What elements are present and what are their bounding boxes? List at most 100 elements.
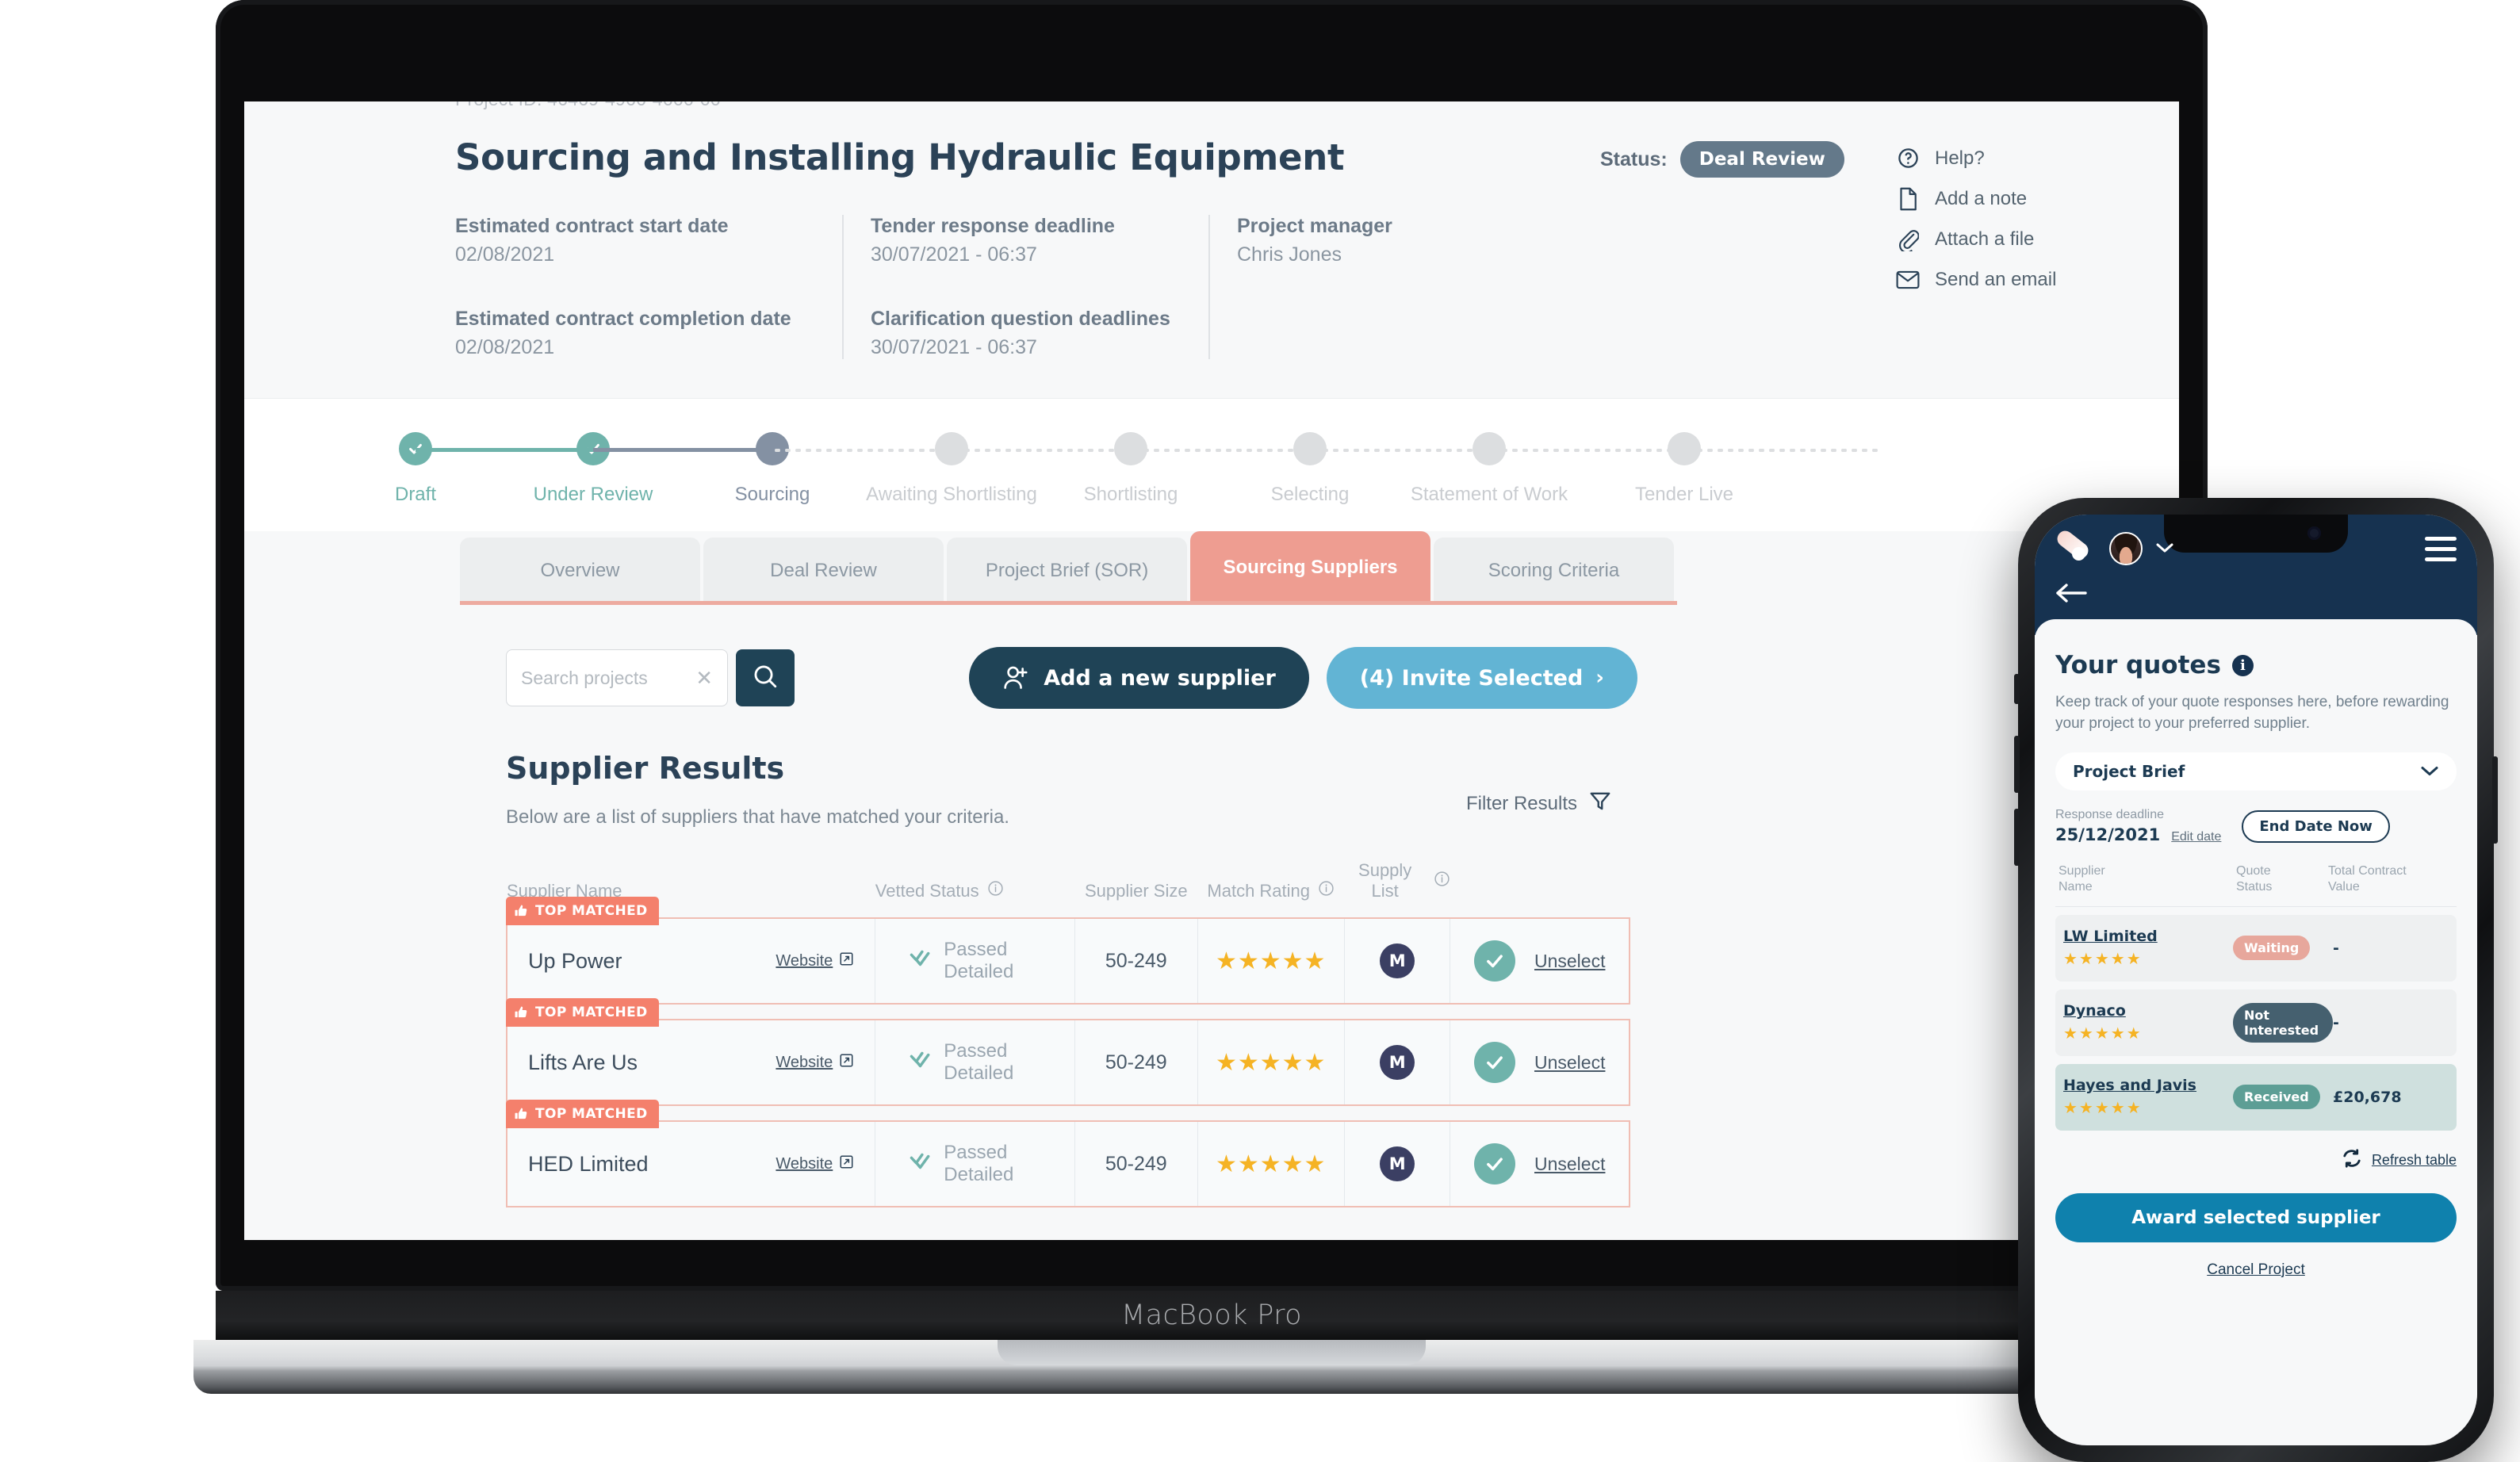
phone-page-title-row: Your quotes i bbox=[2055, 651, 2457, 679]
filter-results-button[interactable]: Filter Results bbox=[1466, 789, 1623, 818]
table-row[interactable]: TOP MATCHED Lifts Are Us Website Passed … bbox=[506, 998, 1631, 1106]
status-badge: Not Interested bbox=[2233, 1002, 2333, 1043]
meta-label-clarification-deadline: Clarification question deadlines bbox=[871, 308, 1170, 330]
web-app-page: Project ID: 46469-4966-4666-66 Sourcing … bbox=[244, 101, 2179, 1240]
status-badge: Deal Review bbox=[1679, 141, 1844, 178]
phone-power-button[interactable] bbox=[2492, 756, 2498, 844]
info-icon[interactable] bbox=[1318, 880, 1335, 901]
quote-supplier-name[interactable]: LW Limited bbox=[2063, 928, 2158, 945]
front-camera-icon bbox=[2307, 526, 2321, 540]
avatar[interactable] bbox=[2109, 532, 2143, 565]
send-email-action[interactable]: Send an email bbox=[1892, 259, 2056, 300]
meta-value-start-date: 02/08/2021 bbox=[455, 243, 555, 266]
help-action[interactable]: Help? bbox=[1892, 138, 2056, 178]
selected-check-icon bbox=[1473, 940, 1515, 982]
meta-value-clarification-deadline: 30/07/2021 - 06:37 bbox=[871, 336, 1037, 358]
supply-list-cell: M bbox=[1344, 917, 1451, 1005]
list-item[interactable]: Hayes and Javis ★★★★★ Received £20,678 bbox=[2055, 1063, 2457, 1131]
response-deadline-label: Response deadline bbox=[2055, 807, 2164, 821]
hamburger-menu-icon[interactable] bbox=[2425, 537, 2457, 568]
phone-content: Your quotes i Keep track of your quote r… bbox=[2035, 619, 2477, 1429]
project-stepper: Draft Under Review Sourcing Awaiting Sho… bbox=[244, 398, 2179, 531]
stepper-label-statement-of-work: Statement of Work bbox=[1410, 484, 1568, 505]
edit-date-link[interactable]: Edit date bbox=[2171, 830, 2221, 844]
refresh-table-label: Refresh table bbox=[2371, 1151, 2457, 1168]
unselect-link[interactable]: Unselect bbox=[1534, 1154, 1605, 1175]
stepper-item-tender-live[interactable]: Tender Live bbox=[1557, 432, 1811, 506]
add-new-supplier-label: Add a new supplier bbox=[1044, 665, 1276, 691]
meta-col-deadlines: Tender response deadline 30/07/2021 - 06… bbox=[842, 215, 1208, 359]
chevron-right-icon: › bbox=[1595, 666, 1604, 690]
info-icon[interactable] bbox=[987, 880, 1004, 901]
star-rating: ★★★★★ bbox=[1215, 947, 1327, 974]
col-total-contract-value: Total Contract Value bbox=[2328, 863, 2423, 895]
website-label[interactable]: Website bbox=[776, 1054, 833, 1072]
project-brief-select[interactable]: Project Brief bbox=[2055, 752, 2457, 790]
award-selected-supplier-button[interactable]: Award selected supplier bbox=[2055, 1192, 2457, 1242]
laptop-chin: MacBook Pro bbox=[216, 1291, 2208, 1340]
close-icon[interactable]: ✕ bbox=[695, 666, 713, 691]
selected-check-icon bbox=[1473, 1143, 1515, 1185]
match-rating-cell: ★★★★★ bbox=[1197, 1120, 1345, 1207]
col-supply-list: Supply List bbox=[1344, 860, 1450, 918]
tab-scoring-criteria[interactable]: Scoring Criteria bbox=[1434, 538, 1674, 601]
attach-file-action[interactable]: Attach a file bbox=[1892, 219, 2056, 259]
stepper-line-3 bbox=[772, 449, 952, 452]
tab-overview[interactable]: Overview bbox=[460, 538, 700, 601]
info-icon[interactable]: i bbox=[2231, 654, 2254, 676]
phone-silent-switch[interactable] bbox=[2014, 674, 2020, 704]
cancel-project-link[interactable]: Cancel Project bbox=[2055, 1261, 2457, 1279]
table-body: TOP MATCHED Up Power Website Passed Deta… bbox=[506, 897, 1631, 1207]
stepper-label-under-review: Under Review bbox=[533, 484, 653, 505]
quote-supplier-name[interactable]: Hayes and Javis bbox=[2063, 1077, 2196, 1094]
unselect-link[interactable]: Unselect bbox=[1534, 951, 1605, 972]
tab-project-brief[interactable]: Project Brief (SOR) bbox=[947, 538, 1187, 601]
table-row[interactable]: TOP MATCHED HED Limited Website Passed D… bbox=[506, 1100, 1631, 1207]
col-supplier-name-l1: Supplier bbox=[2059, 863, 2105, 878]
website-link[interactable]: Website bbox=[776, 1154, 854, 1173]
tab-deal-review[interactable]: Deal Review bbox=[703, 538, 944, 601]
table-row[interactable]: TOP MATCHED Up Power Website Passed Deta… bbox=[506, 897, 1631, 1005]
send-email-label: Send an email bbox=[1935, 268, 2057, 290]
meta-value-project-manager: Chris Jones bbox=[1237, 243, 1342, 266]
supplier-name-cell: TOP MATCHED HED Limited Website bbox=[506, 1100, 876, 1207]
add-new-supplier-button[interactable]: Add a new supplier bbox=[969, 647, 1309, 709]
unselect-link[interactable]: Unselect bbox=[1534, 1052, 1605, 1074]
website-label[interactable]: Website bbox=[776, 1155, 833, 1173]
filter-results-label: Filter Results bbox=[1465, 792, 1577, 814]
top-matched-badge: TOP MATCHED bbox=[506, 1100, 659, 1128]
add-note-action[interactable]: Add a note bbox=[1892, 178, 2056, 219]
list-item[interactable]: LW Limited ★★★★★ Waiting - bbox=[2055, 914, 2457, 982]
phone-volume-up-button[interactable] bbox=[2014, 736, 2020, 793]
invite-selected-button[interactable]: (4) Invite Selected › bbox=[1326, 647, 1637, 709]
search-input[interactable]: Search projects ✕ bbox=[506, 649, 728, 706]
refresh-table-button[interactable]: Refresh table bbox=[2055, 1148, 2457, 1173]
website-label[interactable]: Website bbox=[776, 952, 833, 970]
response-deadline-row: Response deadline 25/12/2021 Edit date E… bbox=[2055, 808, 2457, 844]
help-circle-icon bbox=[1892, 145, 1924, 172]
list-item[interactable]: Dynaco ★★★★★ Not Interested - bbox=[2055, 989, 2457, 1056]
website-link[interactable]: Website bbox=[776, 1053, 854, 1072]
end-date-now-button[interactable]: End Date Now bbox=[2242, 809, 2390, 843]
stepper-label-tender-live: Tender Live bbox=[1634, 484, 1734, 505]
supplier-name-cell: TOP MATCHED Lifts Are Us Website bbox=[506, 998, 876, 1106]
star-rating: ★★★★★ bbox=[2063, 1099, 2143, 1117]
refresh-icon bbox=[2342, 1148, 2362, 1173]
website-link[interactable]: Website bbox=[776, 951, 854, 970]
chevron-down-icon[interactable] bbox=[2155, 542, 2174, 558]
tab-sourcing-suppliers[interactable]: Sourcing Suppliers bbox=[1190, 531, 1430, 601]
phone-volume-down-button[interactable] bbox=[2014, 809, 2020, 866]
back-arrow-icon[interactable] bbox=[2054, 581, 2089, 609]
phone-description: Keep track of your quote responses here,… bbox=[2055, 694, 2449, 732]
stepper-line-1 bbox=[416, 448, 593, 452]
col-total-contract-value-l2: Value bbox=[2328, 879, 2360, 894]
meta-label-project-manager: Project manager bbox=[1237, 215, 1392, 237]
info-icon[interactable] bbox=[1434, 871, 1450, 892]
suppliers-toolbar: Search projects ✕ Add a new supplier (4)… bbox=[506, 637, 1677, 719]
vetted-status-cell: Passed Detailed bbox=[875, 1120, 1076, 1207]
quote-supplier-name[interactable]: Dynaco bbox=[2063, 1002, 2126, 1020]
search-button[interactable] bbox=[736, 649, 795, 706]
thumbs-up-icon bbox=[515, 905, 527, 916]
project-brief-select-value: Project Brief bbox=[2073, 761, 2185, 781]
phone-app-bar bbox=[2035, 515, 2477, 635]
